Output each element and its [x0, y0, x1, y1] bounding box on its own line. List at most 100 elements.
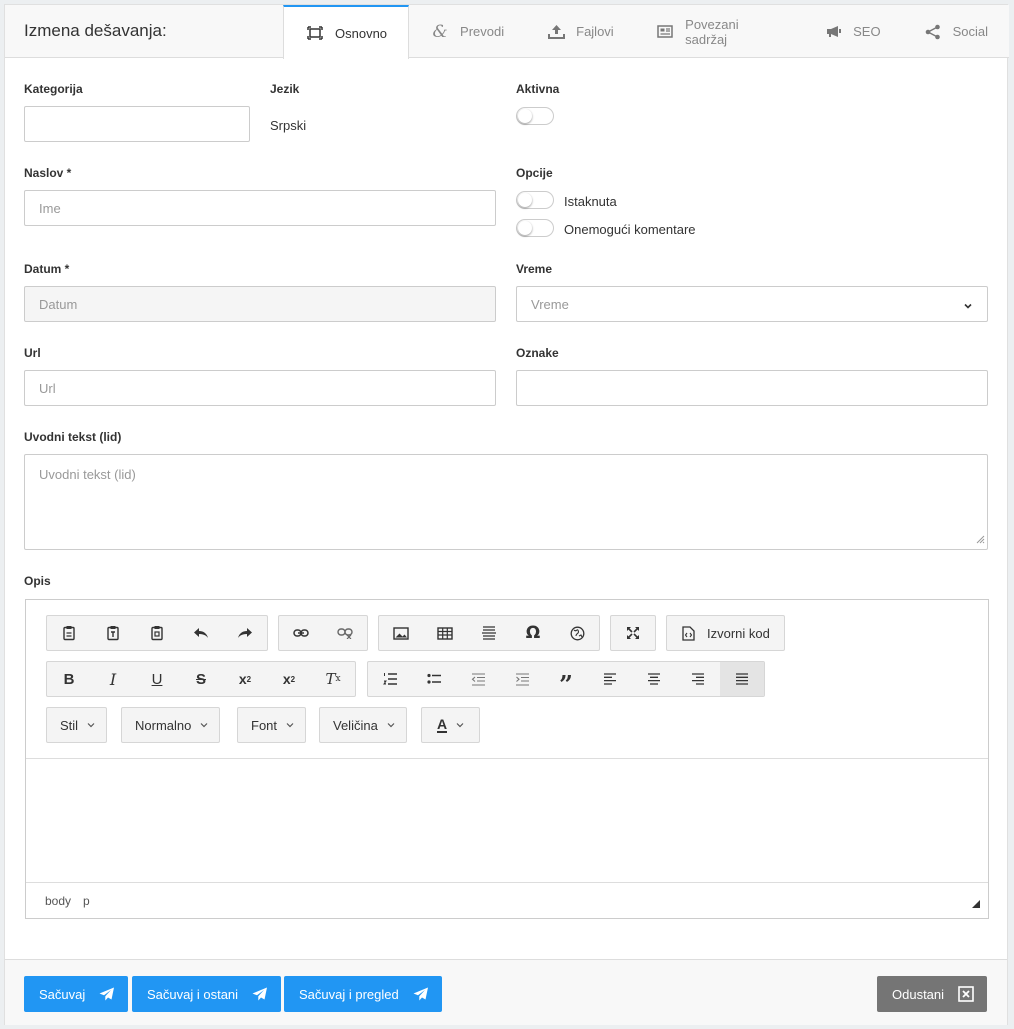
- undo-icon[interactable]: [179, 616, 223, 650]
- globe-icon[interactable]: [555, 616, 599, 650]
- source-code-icon: [682, 625, 695, 641]
- card-header: Izmena dešavanja: Osnovno & Prevodi Fajl…: [5, 5, 1009, 59]
- datum-input[interactable]: Datum: [24, 286, 496, 322]
- save-stay-button[interactable]: Sačuvaj i ostani: [132, 976, 282, 1012]
- datum-label: Datum *: [24, 262, 70, 276]
- font-dropdown-label: Font: [251, 717, 278, 733]
- vreme-select[interactable]: Vreme: [516, 286, 988, 322]
- vreme-placeholder: Vreme: [531, 296, 569, 312]
- resize-handle-icon[interactable]: [972, 897, 980, 911]
- font-dropdown[interactable]: Font: [237, 707, 307, 743]
- blockquote-icon[interactable]: ”: [544, 662, 588, 699]
- bold-icon[interactable]: B: [47, 662, 91, 696]
- tab-label: Social: [952, 24, 988, 39]
- form-footer: Sačuvaj Sačuvaj i ostani Sačuvaj i pregl…: [5, 959, 1007, 1025]
- align-right-icon[interactable]: [676, 662, 720, 696]
- aktivna-toggle[interactable]: [516, 107, 554, 125]
- frame-icon: [306, 25, 324, 41]
- tab-fajlovi[interactable]: Fajlovi: [525, 5, 635, 58]
- source-button[interactable]: Izvorni kod: [667, 616, 784, 650]
- italic-icon[interactable]: I: [91, 662, 135, 696]
- maximize-group: [610, 615, 656, 651]
- save-button-label: Sačuvaj: [39, 986, 86, 1002]
- cancel-button[interactable]: Odustani: [877, 976, 988, 1012]
- redo-icon[interactable]: [223, 616, 267, 650]
- vreme-label: Vreme: [516, 262, 553, 276]
- naslov-placeholder: Ime: [39, 200, 61, 216]
- size-dropdown[interactable]: Veličina: [319, 707, 407, 743]
- indent-icon[interactable]: [500, 662, 544, 696]
- disable-comments-label: Onemogući komentare: [564, 222, 696, 237]
- save-preview-button-label: Sačuvaj i pregled: [299, 986, 399, 1002]
- jezik-value: Srpski: [270, 118, 307, 133]
- save-preview-button[interactable]: Sačuvaj i pregled: [284, 976, 442, 1012]
- size-dropdown-label: Veličina: [333, 717, 378, 733]
- url-input[interactable]: Url: [24, 370, 496, 406]
- maximize-icon[interactable]: [611, 616, 655, 650]
- tab-social[interactable]: Social: [902, 5, 1009, 58]
- istaknuta-label: Istaknuta: [564, 194, 617, 209]
- editor-content-area[interactable]: [26, 760, 988, 882]
- subscript-icon[interactable]: x2: [223, 662, 267, 696]
- resize-handle-icon[interactable]: [976, 532, 985, 547]
- chevron-down-icon: [456, 723, 464, 728]
- unlink-icon[interactable]: [323, 616, 367, 650]
- save-button[interactable]: Sačuvaj: [24, 976, 129, 1012]
- paste-word-icon[interactable]: [135, 616, 179, 650]
- superscript-icon[interactable]: x2: [267, 662, 311, 696]
- disable-comments-toggle[interactable]: [516, 219, 554, 237]
- remove-format-icon[interactable]: Tx: [311, 662, 355, 696]
- tab-povezani-sadrzaj[interactable]: Povezani sadržaj: [635, 5, 802, 58]
- tab-prevodi[interactable]: & Prevodi: [409, 5, 525, 58]
- aktivna-label: Aktivna: [516, 82, 560, 96]
- source-group: Izvorni kod: [666, 615, 785, 651]
- tab-label: Prevodi: [460, 24, 505, 39]
- oznake-label: Oznake: [516, 346, 559, 360]
- naslov-input[interactable]: Ime: [24, 190, 496, 226]
- cancel-button-label: Odustani: [892, 986, 945, 1002]
- path-body[interactable]: body: [45, 894, 71, 908]
- save-stay-button-label: Sačuvaj i ostani: [147, 986, 239, 1002]
- paste-icon[interactable]: [47, 616, 91, 650]
- link-icon[interactable]: [279, 616, 323, 650]
- url-placeholder: Url: [39, 380, 56, 396]
- paste-text-icon[interactable]: [91, 616, 135, 650]
- tab-osnovno[interactable]: Osnovno: [283, 5, 410, 59]
- style-dropdown[interactable]: Stil: [46, 707, 108, 743]
- tab-seo[interactable]: SEO: [802, 5, 901, 58]
- text-color-dropdown[interactable]: A: [421, 707, 481, 743]
- tab-label: Osnovno: [335, 25, 388, 41]
- ordered-list-icon[interactable]: [368, 662, 412, 696]
- path-p[interactable]: p: [83, 894, 90, 908]
- url-label: Url: [24, 346, 41, 360]
- chevron-down-icon: [87, 723, 95, 728]
- lid-textarea[interactable]: Uvodni tekst (lid): [24, 454, 988, 550]
- align-left-icon[interactable]: [588, 662, 632, 696]
- link-group: [278, 615, 368, 651]
- table-icon[interactable]: [423, 616, 467, 650]
- underline-icon[interactable]: U: [135, 662, 179, 696]
- special-char-icon[interactable]: Ω: [511, 616, 555, 650]
- upload-icon: [547, 24, 565, 40]
- close-box-icon: [958, 986, 974, 1002]
- chevron-down-icon: [963, 299, 973, 314]
- insert-group: Ω: [378, 615, 600, 651]
- horizontal-rule-icon[interactable]: [467, 616, 511, 650]
- share-icon: [924, 24, 942, 40]
- text-color-icon: A: [437, 715, 448, 733]
- kategorija-label: Kategorija: [24, 82, 83, 96]
- outdent-icon[interactable]: [456, 662, 500, 696]
- strikethrough-icon[interactable]: S: [179, 662, 223, 696]
- unordered-list-icon[interactable]: [412, 662, 456, 696]
- image-icon[interactable]: [379, 616, 423, 650]
- istaknuta-toggle[interactable]: [516, 191, 554, 209]
- kategorija-select[interactable]: [24, 106, 250, 142]
- send-icon: [413, 987, 428, 1001]
- oznake-input[interactable]: [516, 370, 988, 406]
- align-justify-icon[interactable]: [720, 662, 764, 696]
- jezik-label: Jezik: [270, 82, 300, 96]
- editor-toolbar: Ω Izvorni kod B I U S x2 x2 T x ” Stil N…: [26, 600, 988, 759]
- format-dropdown[interactable]: Normalno: [121, 707, 221, 743]
- align-center-icon[interactable]: [632, 662, 676, 696]
- tab-label: Povezani sadržaj: [685, 16, 739, 47]
